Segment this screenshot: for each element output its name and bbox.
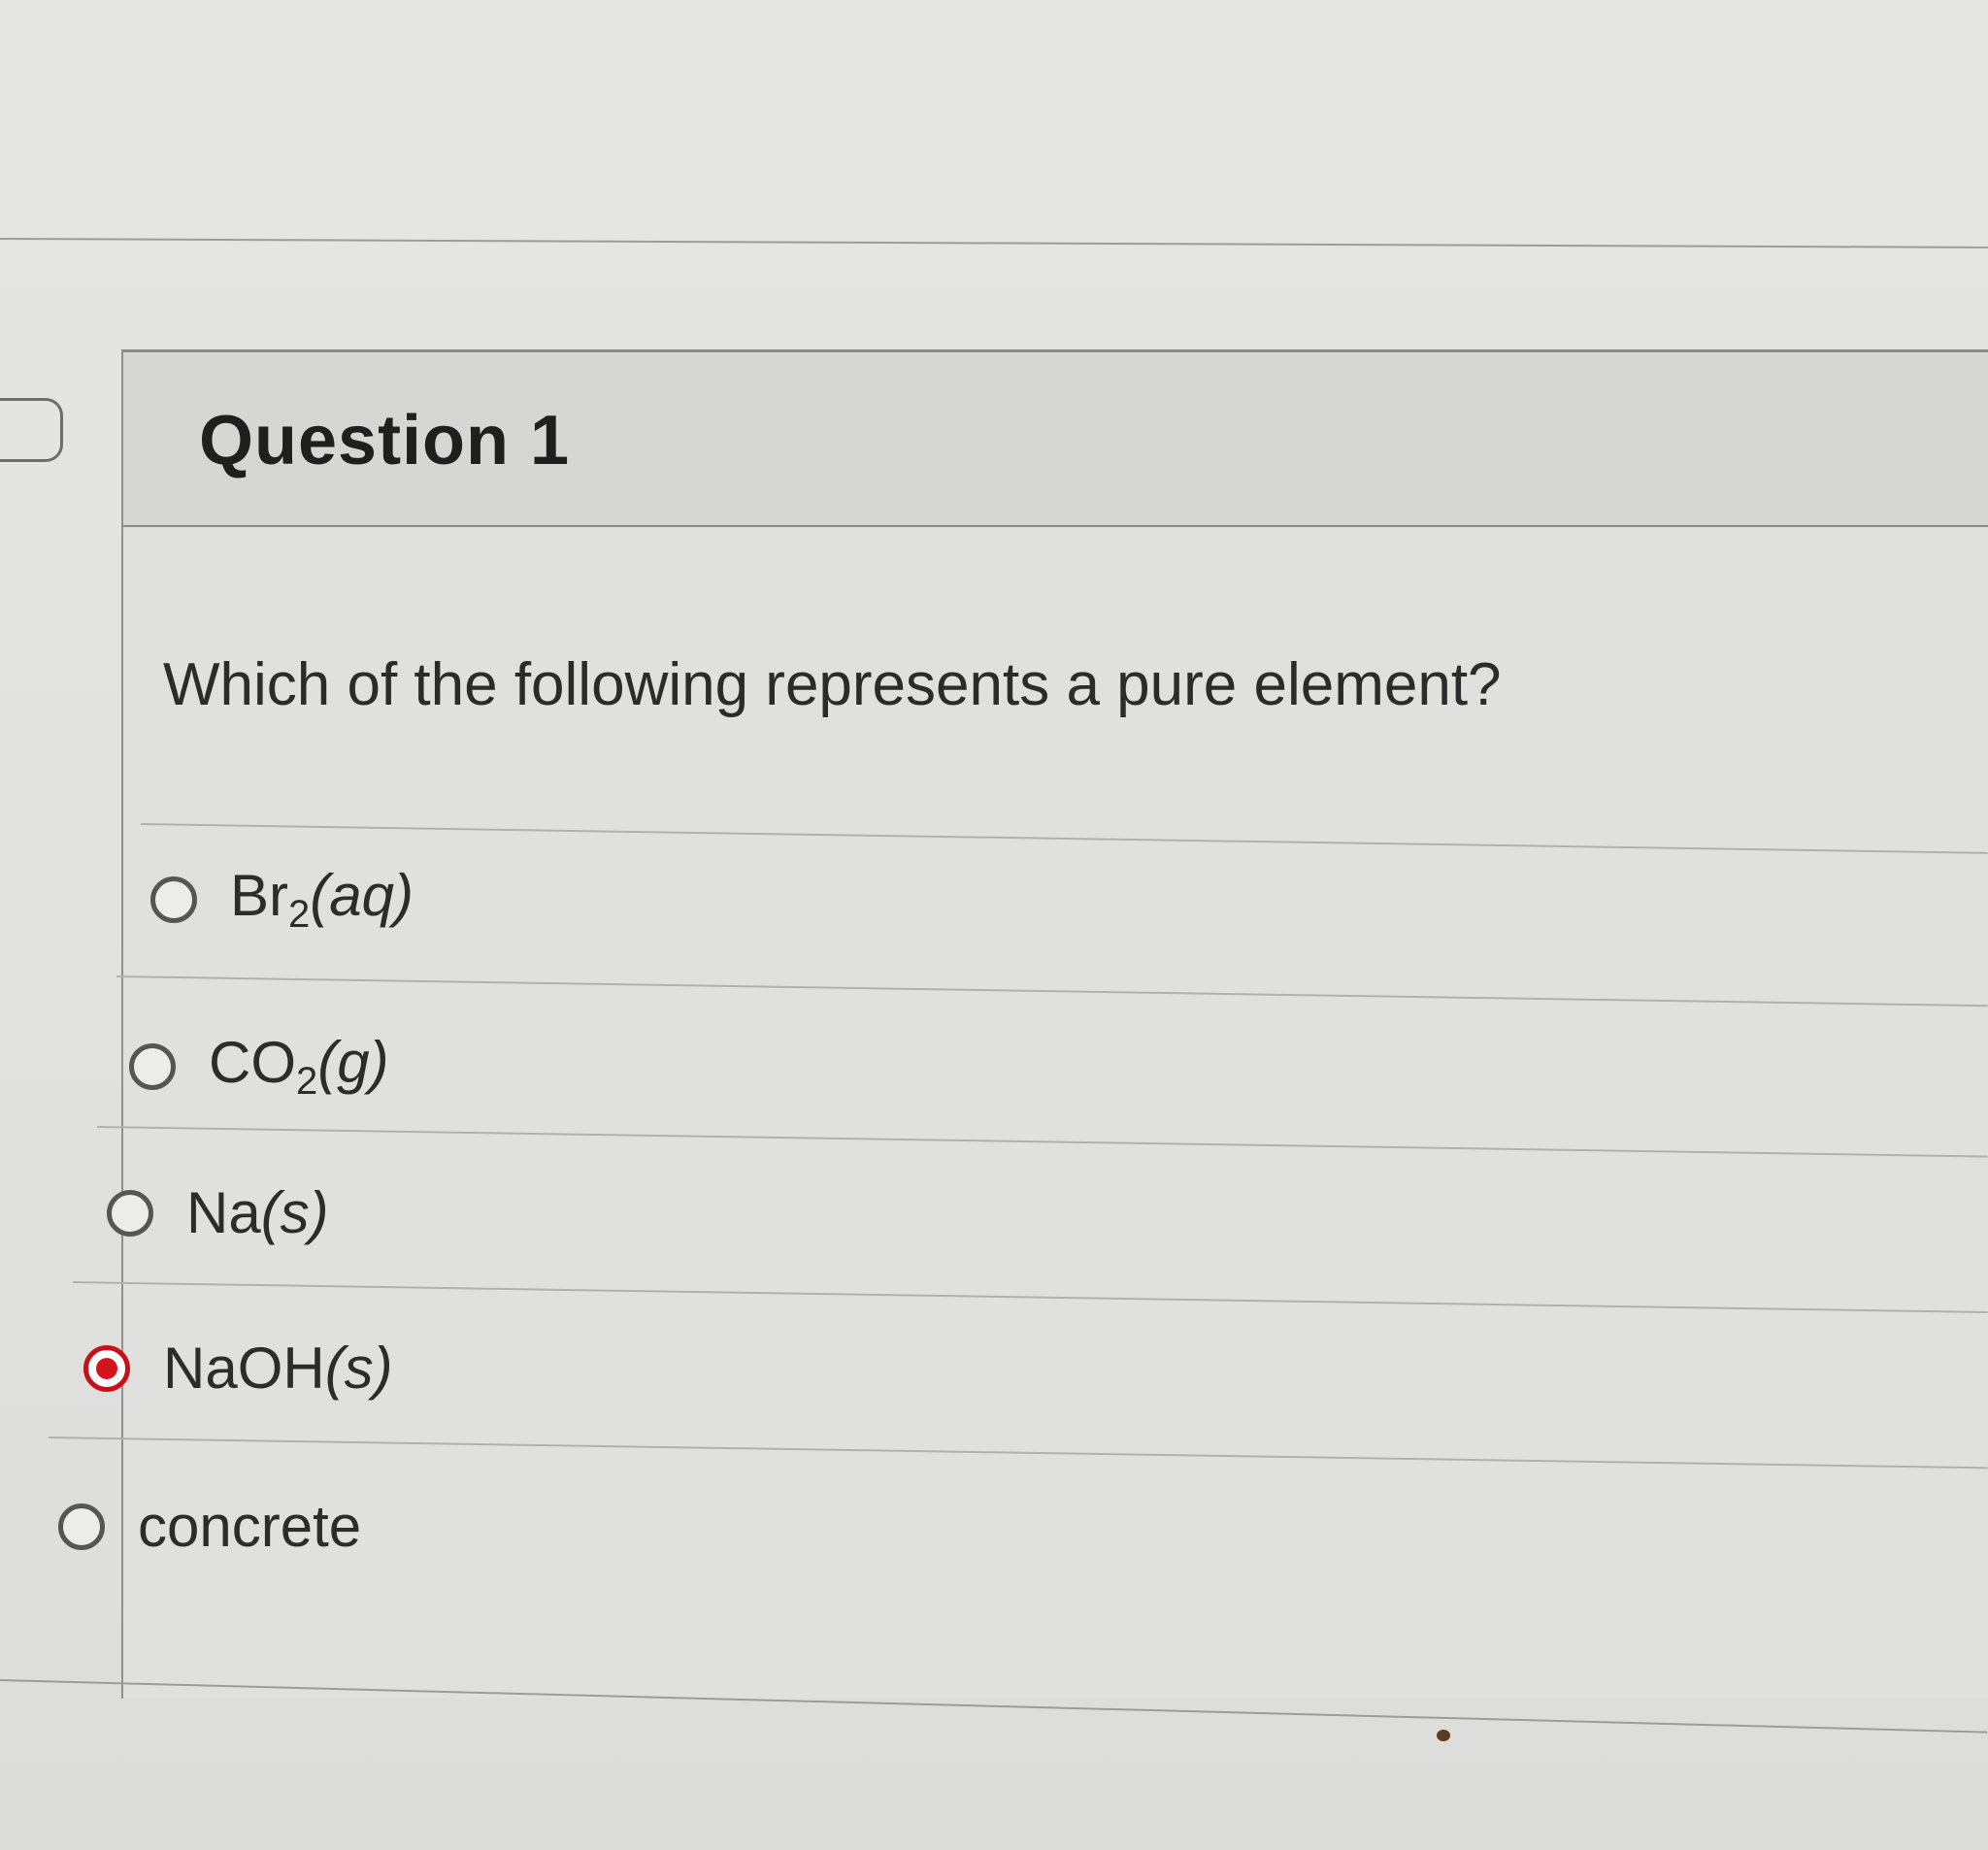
radio-button[interactable] bbox=[150, 875, 197, 923]
flag-question-icon[interactable] bbox=[0, 398, 63, 462]
option-label: Br2(aq) bbox=[230, 863, 414, 936]
radio-button[interactable] bbox=[129, 1042, 176, 1090]
option-label: CO2(g) bbox=[209, 1030, 389, 1103]
question-card: Question 1 bbox=[121, 349, 1988, 1699]
question-prompt: Which of the following represents a pure… bbox=[163, 651, 1502, 718]
answer-option-concrete[interactable]: concrete bbox=[58, 1493, 361, 1560]
radio-button[interactable] bbox=[107, 1189, 153, 1237]
screen-speck bbox=[1437, 1730, 1450, 1741]
answer-option-co2[interactable]: CO2(g) bbox=[129, 1029, 389, 1104]
radio-button-selected[interactable] bbox=[83, 1344, 130, 1392]
question-header: Question 1 bbox=[123, 349, 1988, 527]
quiz-page: Question 1 Which of the following repres… bbox=[0, 0, 1988, 1850]
question-title: Question 1 bbox=[199, 402, 571, 479]
answer-option-naoh[interactable]: NaOH(s) bbox=[83, 1335, 393, 1402]
radio-button[interactable] bbox=[58, 1503, 105, 1550]
option-label: Na(s) bbox=[186, 1180, 329, 1245]
answer-option-br2[interactable]: Br2(aq) bbox=[150, 862, 414, 937]
answer-option-na[interactable]: Na(s) bbox=[107, 1179, 329, 1246]
option-label: concrete bbox=[138, 1494, 362, 1559]
top-divider bbox=[0, 238, 1988, 248]
option-label: NaOH(s) bbox=[163, 1336, 393, 1401]
